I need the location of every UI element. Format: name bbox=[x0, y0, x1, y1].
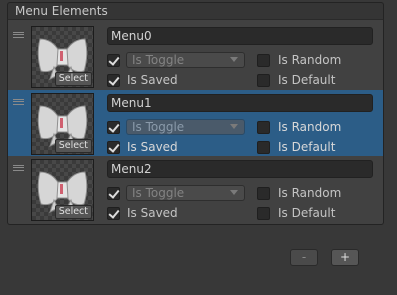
is-toggle-value: Is Toggle bbox=[132, 120, 185, 134]
is-random-label: Is Random bbox=[278, 120, 342, 134]
is-saved-label: Is Saved bbox=[127, 206, 178, 220]
chevron-down-icon bbox=[230, 124, 238, 129]
is-default-checkbox[interactable] bbox=[257, 141, 270, 154]
is-toggle-dropdown[interactable]: Is Toggle bbox=[126, 185, 245, 201]
is-saved-checkbox[interactable] bbox=[107, 207, 120, 220]
is-saved-label: Is Saved bbox=[127, 73, 178, 87]
is-default-label: Is Default bbox=[278, 140, 336, 154]
is-saved-label: Is Saved bbox=[127, 140, 178, 154]
name-field[interactable]: Menu0 bbox=[107, 27, 373, 45]
menu-elements-inspector: Menu Elements Select Menu0 Is Toggle Is … bbox=[0, 0, 397, 295]
is-saved-checkbox[interactable] bbox=[107, 141, 120, 154]
is-saved-checkbox[interactable] bbox=[107, 74, 120, 87]
check-icon bbox=[108, 141, 120, 153]
chevron-down-icon bbox=[230, 190, 238, 195]
check-icon bbox=[108, 54, 120, 66]
remove-element-button[interactable]: - bbox=[290, 249, 318, 266]
select-button[interactable]: Select bbox=[54, 72, 92, 86]
is-default-checkbox[interactable] bbox=[257, 74, 270, 87]
is-toggle-dropdown[interactable]: Is Toggle bbox=[126, 119, 245, 135]
is-default-label: Is Default bbox=[278, 73, 336, 87]
list-item-menu2[interactable]: Select Menu2 Is Toggle Is Random Is Save… bbox=[8, 156, 383, 222]
sprite-thumbnail[interactable]: Select bbox=[31, 159, 94, 221]
check-icon bbox=[108, 187, 120, 199]
add-element-button[interactable]: + bbox=[331, 249, 359, 266]
drag-handle-icon[interactable] bbox=[13, 165, 24, 171]
is-default-checkbox[interactable] bbox=[257, 207, 270, 220]
toggle-enabled-checkbox[interactable] bbox=[107, 187, 120, 200]
list-title: Menu Elements bbox=[15, 4, 108, 18]
is-random-checkbox[interactable] bbox=[257, 54, 270, 67]
check-icon bbox=[108, 207, 120, 219]
select-button[interactable]: Select bbox=[54, 139, 92, 153]
is-toggle-dropdown[interactable]: Is Toggle bbox=[126, 52, 245, 68]
drag-handle-icon[interactable] bbox=[13, 99, 24, 105]
sprite-thumbnail[interactable]: Select bbox=[31, 93, 94, 155]
is-random-label: Is Random bbox=[278, 186, 342, 200]
sprite-thumbnail[interactable]: Select bbox=[31, 26, 94, 88]
chevron-down-icon bbox=[230, 57, 238, 62]
list-header: Menu Elements bbox=[7, 2, 384, 20]
toggle-enabled-checkbox[interactable] bbox=[107, 121, 120, 134]
is-random-checkbox[interactable] bbox=[257, 121, 270, 134]
check-icon bbox=[108, 121, 120, 133]
is-random-label: Is Random bbox=[278, 53, 342, 67]
is-default-label: Is Default bbox=[278, 206, 336, 220]
drag-handle-icon[interactable] bbox=[13, 32, 24, 38]
is-toggle-value: Is Toggle bbox=[132, 53, 185, 67]
toggle-enabled-checkbox[interactable] bbox=[107, 54, 120, 67]
select-button[interactable]: Select bbox=[54, 205, 92, 219]
is-random-checkbox[interactable] bbox=[257, 187, 270, 200]
list-item-menu0[interactable]: Select Menu0 Is Toggle Is Random Is Save… bbox=[8, 23, 383, 89]
check-icon bbox=[108, 74, 120, 86]
list-item-menu1[interactable]: Select Menu1 Is Toggle Is Random Is Save… bbox=[8, 90, 383, 156]
name-field[interactable]: Menu2 bbox=[107, 160, 373, 178]
name-field[interactable]: Menu1 bbox=[107, 94, 373, 112]
is-toggle-value: Is Toggle bbox=[132, 186, 185, 200]
reorderable-list: Select Menu0 Is Toggle Is Random Is Save… bbox=[7, 20, 384, 225]
